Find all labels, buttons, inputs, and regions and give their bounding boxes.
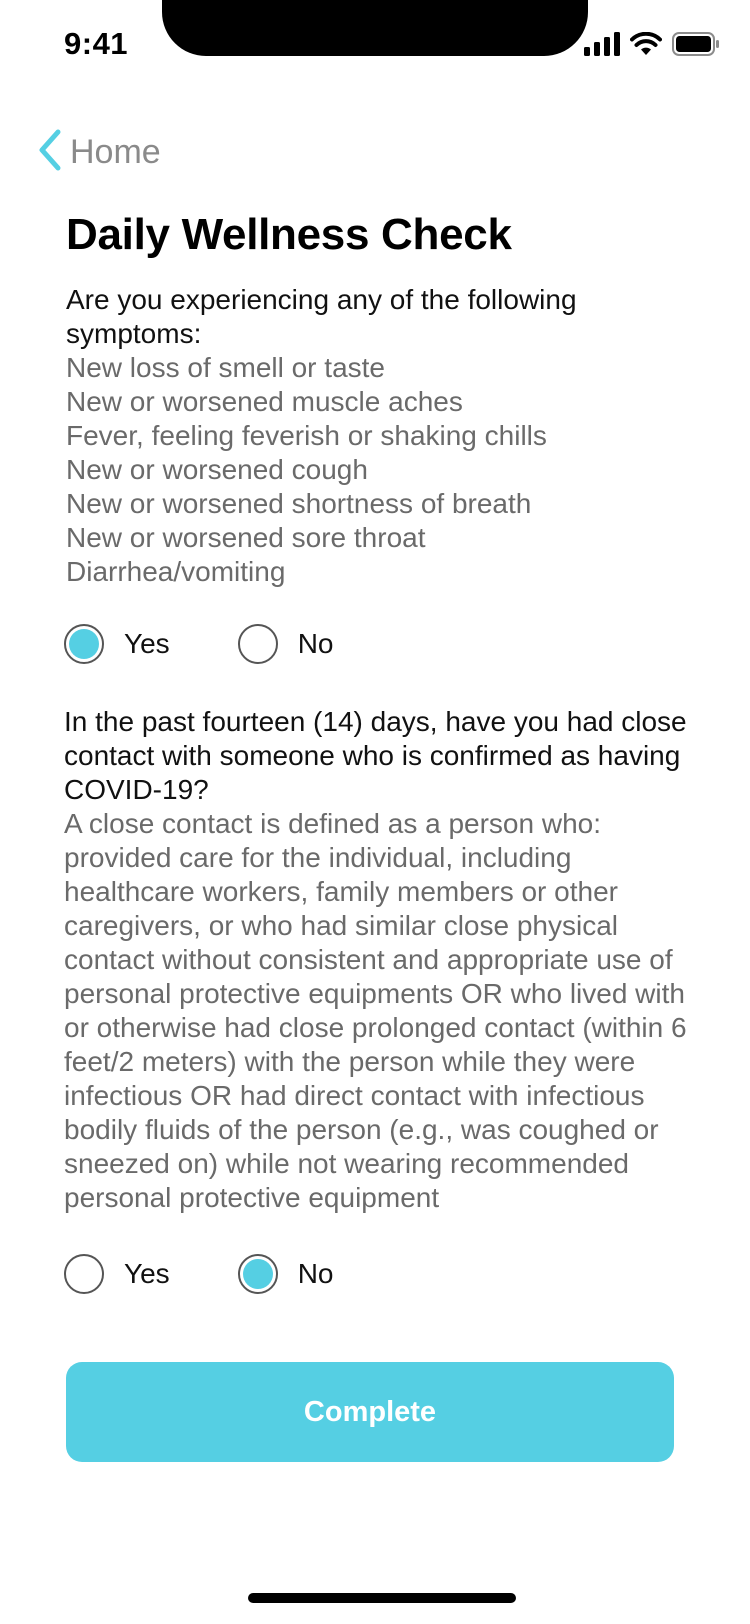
page-title: Daily Wellness Check (66, 210, 512, 259)
battery-icon (672, 31, 720, 61)
device-notch (162, 0, 588, 56)
cellular-signal-icon (584, 31, 620, 61)
symptom-item: Fever, feeling feverish or shaking chill… (66, 420, 547, 451)
back-button[interactable]: Home (36, 128, 161, 176)
close-contact-no-option[interactable]: No (237, 1254, 334, 1294)
symptoms-yes-option[interactable]: Yes (64, 624, 170, 664)
symptoms-list: New loss of smell or taste New or worsen… (66, 351, 666, 589)
status-icons (584, 31, 720, 61)
symptom-item: New or worsened cough (66, 454, 368, 485)
close-contact-yes-option[interactable]: Yes (64, 1254, 170, 1294)
symptoms-no-option[interactable]: No (237, 624, 334, 664)
radio-label: Yes (124, 628, 170, 659)
wifi-icon (630, 31, 662, 61)
close-contact-definition: A close contact is defined as a person w… (64, 808, 687, 1213)
close-contact-question: In the past fourteen (14) days, have you… (64, 705, 704, 1215)
radio-label: Yes (124, 1258, 170, 1289)
radio-button[interactable] (64, 624, 104, 664)
close-contact-radio-group: Yes No (64, 1252, 333, 1296)
symptom-item: New or worsened sore throat (66, 522, 426, 553)
radio-button[interactable] (237, 624, 278, 664)
question-text: In the past fourteen (14) days, have you… (64, 706, 687, 805)
radio-label: No (297, 628, 334, 659)
home-indicator (248, 1593, 516, 1603)
symptoms-question: Are you experiencing any of the followin… (66, 283, 666, 589)
status-time: 9:41 (64, 26, 129, 61)
status-bar: 9:41 (0, 0, 750, 90)
radio-button[interactable] (237, 1254, 278, 1294)
chevron-left-icon (36, 128, 64, 177)
symptom-item: New or worsened muscle aches (66, 386, 463, 417)
radio-button[interactable] (64, 1254, 104, 1294)
symptom-item: Diarrhea/vomiting (66, 556, 286, 587)
question-text: Are you experiencing any of the followin… (66, 284, 577, 349)
complete-button[interactable]: Complete (66, 1362, 674, 1462)
radio-label: No (297, 1258, 334, 1289)
symptoms-radio-group: Yes No (64, 622, 333, 666)
symptom-item: New or worsened shortness of breath (66, 488, 532, 519)
symptom-item: New loss of smell or taste (66, 352, 385, 383)
back-label: Home (70, 132, 161, 171)
